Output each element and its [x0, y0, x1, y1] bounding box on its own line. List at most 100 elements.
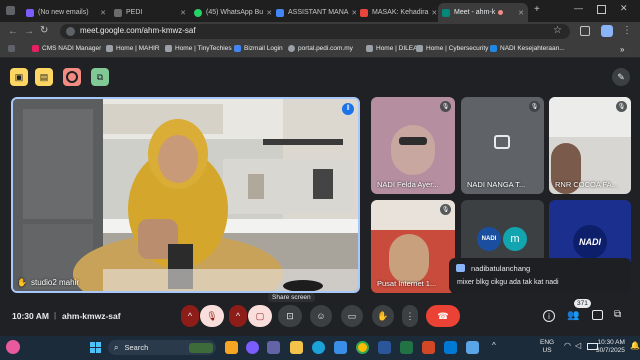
whiteboard-button[interactable]: ▤	[35, 68, 53, 86]
file-explorer-icon[interactable]	[290, 341, 303, 354]
copilot-icon[interactable]	[246, 341, 259, 354]
start-button[interactable]	[90, 342, 101, 353]
store-icon[interactable]	[334, 341, 347, 354]
all-bookmarks-icon[interactable]: »	[620, 45, 624, 54]
wifi-icon[interactable]: ◠	[564, 341, 571, 350]
pencil-icon: ✎	[617, 71, 625, 82]
widgets-app-icon[interactable]	[225, 341, 238, 354]
notification-bell-icon[interactable]: 🔔	[630, 341, 640, 350]
search-icon: ⌕	[114, 342, 119, 352]
tab-masak[interactable]: MASAK: Kehadira ✕	[356, 3, 438, 22]
tab-assistant-manager[interactable]: ASSISTANT MANA ✕	[272, 3, 356, 22]
photos-icon[interactable]	[466, 341, 479, 354]
back-icon[interactable]: ←	[8, 26, 18, 37]
speaking-indicator-icon: ⦀	[342, 103, 354, 115]
bookmark-cms-nadi[interactable]: CMS NADI Manager	[32, 45, 101, 52]
teams-icon[interactable]	[267, 341, 280, 354]
maximize-button[interactable]	[597, 5, 606, 14]
activities-panel-button[interactable]: ⧉	[614, 309, 621, 320]
bookmark-mahir[interactable]: Home | MAHIR	[106, 45, 160, 52]
record-icon	[66, 71, 78, 83]
mic-options-button[interactable]: ^	[181, 305, 199, 327]
bookmark-dilea[interactable]: Home | DILEA	[366, 45, 417, 52]
chrome-icon[interactable]	[356, 341, 369, 354]
more-options-button[interactable]: ⋮	[402, 305, 418, 327]
participant-tile[interactable]: 🎙 NADI NANGA T...	[461, 97, 544, 194]
bookmark-portal-pedi[interactable]: portal.pedi.com.my	[288, 45, 353, 52]
tab-meet[interactable]: Meet - ahm-k ✕	[438, 3, 528, 22]
close-icon[interactable]: ✕	[177, 9, 186, 17]
presenting-icon: ✋	[17, 278, 27, 287]
reload-icon[interactable]: ↻	[40, 25, 48, 36]
edit-layout-button[interactable]: ✎	[612, 68, 630, 86]
chevron-up-icon[interactable]: ^	[492, 341, 496, 350]
close-icon[interactable]: ✕	[263, 9, 272, 17]
chat-message: mixer blkg cikgu ada tak kat nadi	[457, 279, 559, 286]
speaker-name: ✋ studio2 mahir	[17, 278, 79, 287]
search-label: Search	[124, 343, 149, 352]
camera-off-icon	[494, 135, 510, 149]
close-window-button[interactable]: ✕	[620, 3, 628, 14]
tab-pedi[interactable]: PEDI ✕	[110, 3, 190, 22]
bookmark-apps-icon[interactable]	[8, 45, 18, 52]
tab-email[interactable]: (No new emails) ✕	[22, 3, 110, 22]
reactions-button[interactable]: ☺	[310, 305, 332, 327]
forward-icon[interactable]: →	[24, 26, 34, 37]
menu-icon[interactable]: ⋮	[622, 25, 632, 36]
tab-whatsapp[interactable]: (45) WhatsApp Bu ✕	[190, 3, 272, 22]
chevron-up-icon: ^	[235, 311, 241, 321]
participant-name: NADI NANGA T...	[467, 180, 526, 189]
mic-off-icon: 🎙	[529, 101, 540, 112]
close-icon[interactable]: ✕	[97, 9, 106, 17]
mail-icon	[234, 45, 241, 52]
camera-toggle-button[interactable]: ▢	[248, 305, 272, 327]
bookmark-nadi-kesejahteraan[interactable]: NADI Kesejahteraan...	[490, 45, 565, 52]
extensions-icon[interactable]	[580, 26, 590, 36]
edge-icon[interactable]	[312, 341, 325, 354]
language-indicator[interactable]: ENG US	[540, 339, 554, 355]
chat-button[interactable]	[592, 310, 603, 320]
system-clock[interactable]: 10:30 AM 30/7/2025	[596, 339, 625, 355]
profile-avatar[interactable]	[601, 25, 613, 37]
site-info-icon[interactable]	[66, 27, 75, 36]
record-button[interactable]	[63, 68, 81, 86]
word-icon[interactable]	[378, 341, 391, 354]
participant-tile[interactable]: 🎙 Pusat Internet 1...	[371, 200, 455, 293]
share-screen-button[interactable]: ⊡	[278, 305, 302, 327]
close-icon[interactable]: ✕	[428, 9, 437, 17]
meeting-info-button[interactable]: i	[543, 310, 555, 322]
breakout-button[interactable]: ⧉	[91, 68, 109, 86]
search-highlight-image	[189, 342, 213, 353]
bookmark-cybersecurity[interactable]: Home | Cybersecurity	[416, 45, 488, 52]
meeting-time: 10:30 AM	[12, 311, 50, 321]
bookmark-bizmail[interactable]: Bizmail Login	[234, 45, 283, 52]
volume-icon[interactable]: ◁	[575, 341, 581, 350]
powerpoint-icon[interactable]	[422, 341, 435, 354]
participant-tile[interactable]: 🎙 NADI Felda Ayer...	[371, 97, 455, 194]
mic-toggle-button[interactable]: 🎙	[200, 305, 224, 327]
participant-tile[interactable]: 🎙 RNR COCOA FA...	[549, 97, 631, 194]
excel-icon[interactable]	[400, 341, 413, 354]
widgets-icon[interactable]	[6, 340, 20, 354]
tab-list-icon[interactable]	[6, 6, 15, 15]
people-button[interactable]: 👥	[567, 310, 579, 321]
emoji-icon: ☺	[316, 311, 326, 321]
globe-icon	[288, 45, 295, 52]
bookmark-tinytechies[interactable]: Home | TinyTechies	[165, 45, 232, 52]
minimize-button[interactable]: —	[574, 3, 583, 13]
raise-hand-button[interactable]: ✋	[372, 305, 394, 327]
close-icon[interactable]: ✕	[348, 9, 356, 17]
page-icon	[366, 45, 373, 52]
outlook-icon[interactable]	[444, 341, 457, 354]
taskbar-search-box[interactable]: ⌕ Search	[108, 340, 216, 355]
activities-button[interactable]: ▣	[10, 68, 28, 86]
new-tab-button[interactable]: +	[534, 4, 540, 15]
leave-call-button[interactable]: ☎	[426, 305, 460, 327]
captions-button[interactable]: ▭	[341, 305, 363, 327]
chat-notification[interactable]: nadibatulanchang mixer blkg cikgu ada ta…	[449, 258, 631, 293]
close-icon[interactable]: ✕	[515, 9, 524, 17]
main-speaker-video[interactable]: ⦀ ✋ studio2 mahir	[11, 97, 360, 293]
nadi-icon	[490, 45, 497, 52]
camera-options-button[interactable]: ^	[229, 305, 247, 327]
bookmark-star-icon[interactable]: ☆	[553, 25, 562, 36]
